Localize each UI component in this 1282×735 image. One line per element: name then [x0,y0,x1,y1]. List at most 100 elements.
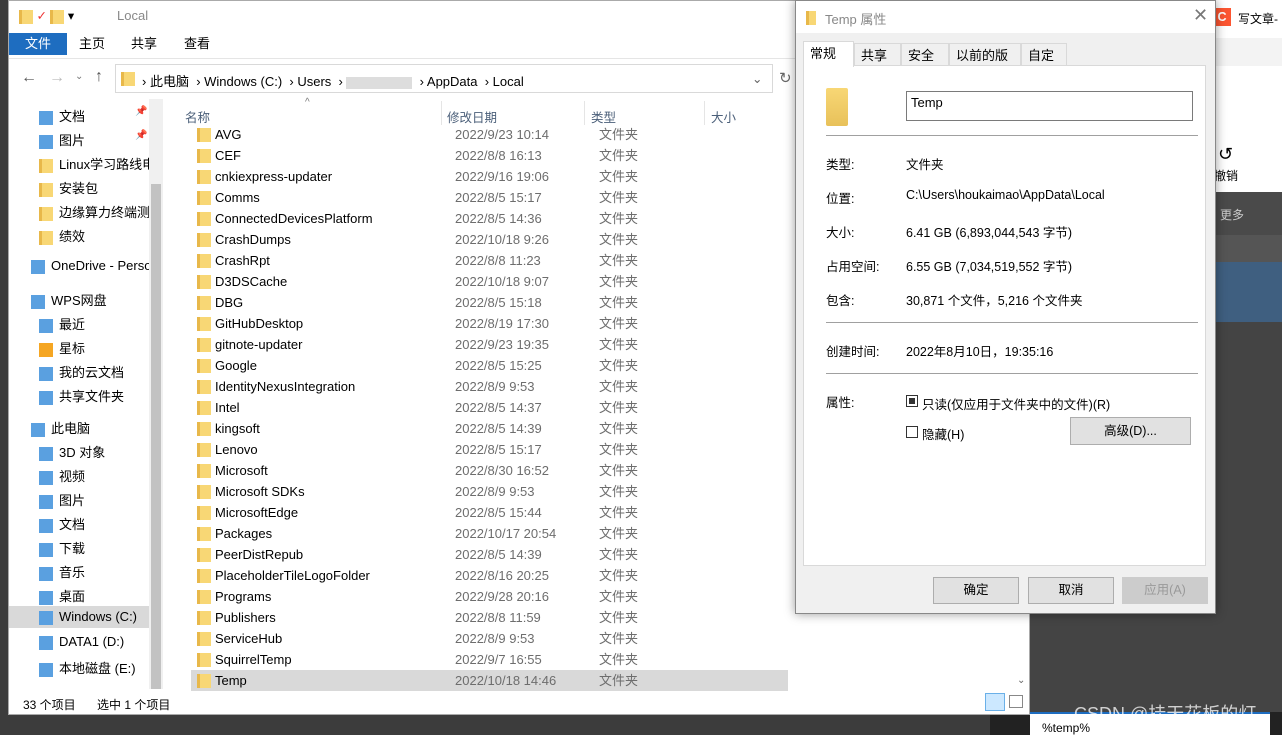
sidebar-item[interactable]: WPS网盘 [31,290,107,309]
sidebar-item[interactable]: 星标 [39,338,85,357]
nav-scrollbar[interactable] [149,99,163,689]
file-row[interactable]: Temp 2022/10/18 14:46 文件夹 [191,670,788,691]
sidebar-item[interactable]: 此电脑 [31,418,90,437]
file-row[interactable]: ServiceHub 2022/8/9 9:53 文件夹 [191,628,788,649]
file-row[interactable]: gitnote-updater 2022/9/23 19:35 文件夹 [191,334,788,355]
tab-sharing[interactable]: 共享 [854,43,901,66]
sidebar-item[interactable]: 图片 📌 [39,130,147,149]
hidden-label[interactable]: 隐藏(H) [922,424,964,443]
folder-icon [39,230,53,245]
tab-general[interactable]: 常规 [803,41,854,67]
pin-icon[interactable]: 📌 [135,130,147,141]
sidebar-item[interactable]: 绩效 [39,226,85,245]
sidebar-item[interactable]: 音乐 [39,562,85,581]
sidebar-item[interactable]: 安装包 [39,178,98,197]
tab-home[interactable]: 主页 [67,33,117,55]
file-row[interactable]: GitHubDesktop 2022/8/19 17:30 文件夹 [191,313,788,334]
sidebar-item[interactable]: 图片 [39,490,85,509]
sidebar-item-label: 下载 [59,541,86,556]
file-row[interactable]: CrashDumps 2022/10/18 9:26 文件夹 [191,229,788,250]
file-row[interactable]: DBG 2022/8/5 15:18 文件夹 [191,292,788,313]
close-icon[interactable]: ✕ [1193,5,1208,26]
crumb-users[interactable]: Users [297,74,331,89]
sidebar-item[interactable]: 视频 [39,466,85,485]
file-row[interactable]: CrashRpt 2022/8/8 11:23 文件夹 [191,250,788,271]
sidebar-item[interactable]: DATA1 (D:) [39,634,124,650]
back-button[interactable]: ← [21,69,37,87]
address-bar[interactable]: › 此电脑 › Windows (C:) › Users › › AppData… [115,64,773,93]
sidebar-item[interactable]: Linux学习路线电 [39,154,155,173]
file-row[interactable]: Publishers 2022/8/8 11:59 文件夹 [191,607,788,628]
tab-share[interactable]: 共享 [119,33,169,55]
file-row[interactable]: Lenovo 2022/8/5 15:17 文件夹 [191,439,788,460]
details-view-button[interactable] [985,693,1005,711]
file-row[interactable]: kingsoft 2022/8/5 14:39 文件夹 [191,418,788,439]
file-row[interactable]: Packages 2022/10/17 20:54 文件夹 [191,523,788,544]
address-dropdown-icon[interactable]: ⌄ [752,71,762,86]
forward-button[interactable]: → [49,69,65,87]
sidebar-item[interactable]: 最近 [39,314,85,333]
file-row[interactable]: cnkiexpress-updater 2022/9/16 19:06 文件夹 [191,166,788,187]
sidebar-item[interactable]: 共享文件夹 [39,386,124,405]
sidebar-item[interactable]: 文档 [39,514,85,533]
properties-icon[interactable]: ✓ [36,9,46,23]
tab-file[interactable]: 文件 [9,33,68,55]
file-row[interactable]: Intel 2022/8/5 14:37 文件夹 [191,397,788,418]
file-row[interactable]: AVG 2022/9/23 10:14 文件夹 [191,124,788,145]
sidebar-item[interactable]: 文档 📌 [39,106,147,125]
file-row[interactable]: PlaceholderTileLogoFolder 2022/8/16 20:25… [191,565,788,586]
ok-button[interactable]: 确定 [933,577,1019,604]
more-button[interactable]: 更多 [1220,206,1244,223]
sidebar-item[interactable]: 桌面 [39,586,85,605]
sidebar-item[interactable]: 下载 [39,538,85,557]
file-row[interactable]: ConnectedDevicesPlatform 2022/8/5 14:36 文件… [191,208,788,229]
crumb-local[interactable]: Local [493,74,524,89]
crumb-c-drive[interactable]: Windows (C:) [204,74,282,89]
file-row[interactable]: IdentityNexusIntegration 2022/8/9 9:53 文件夹 [191,376,788,397]
crumb-this-pc[interactable]: 此电脑 [150,74,189,89]
file-row[interactable]: D3DSCache 2022/10/18 9:07 文件夹 [191,271,788,292]
cancel-button[interactable]: 取消 [1028,577,1114,604]
file-type: 文件夹 [599,442,639,457]
new-folder-icon[interactable] [50,9,65,24]
tab-view[interactable]: 查看 [172,33,222,55]
file-row[interactable]: CEF 2022/8/8 16:13 文件夹 [191,145,788,166]
file-row[interactable]: Microsoft 2022/8/30 16:52 文件夹 [191,460,788,481]
file-row[interactable]: PeerDistRepub 2022/8/5 14:39 文件夹 [191,544,788,565]
apply-button[interactable]: 应用(A) [1122,577,1208,604]
hidden-checkbox[interactable] [906,426,918,438]
file-row[interactable]: MicrosoftEdge 2022/8/5 15:44 文件夹 [191,502,788,523]
file-row[interactable]: Google 2022/8/5 15:25 文件夹 [191,355,788,376]
sidebar-item[interactable]: 边缘算力终端测 [39,202,150,221]
list-scroll-down[interactable]: ⌄ [1017,675,1025,686]
file-type: 文件夹 [599,253,639,268]
pin-icon[interactable]: 📌 [135,106,147,117]
sidebar-item[interactable]: 本地磁盘 (E:) [39,658,136,677]
sidebar-item[interactable]: Windows (C:) [9,606,149,628]
file-row[interactable]: SquirrelTemp 2022/9/7 16:55 文件夹 [191,649,788,670]
tab-previous-versions[interactable]: 以前的版本 [949,43,1021,86]
readonly-label[interactable]: 只读(仅应用于文件夹中的文件)(R) [922,394,1110,413]
quick-access-toolbar: ✓ ▾ [19,8,74,24]
crumb-appdata[interactable]: AppData [427,74,478,89]
file-row[interactable]: Programs 2022/9/28 20:16 文件夹 [191,586,788,607]
sidebar-item[interactable]: 3D 对象 [39,442,105,461]
sidebar-item-label: Windows (C:) [59,609,138,624]
folder-name-input[interactable]: Temp [906,91,1193,121]
up-button[interactable]: ↑ [95,68,103,86]
tab-security[interactable]: 安全 [901,43,949,66]
refresh-button[interactable]: ↻ [779,69,792,87]
advanced-button[interactable]: 高级(D)... [1070,417,1191,445]
sidebar-item[interactable]: OneDrive - Perso [31,258,151,274]
tab-customize[interactable]: 自定义 [1021,43,1067,86]
readonly-checkbox[interactable] [906,395,918,407]
undo-icon[interactable]: ↺ [1218,144,1233,165]
undo-button[interactable]: 撤销 [1214,167,1238,184]
recent-locations-button[interactable]: ⌄ [75,71,83,82]
crumb-blurred-user[interactable] [346,76,413,89]
file-row[interactable]: Comms 2022/8/5 15:17 文件夹 [191,187,788,208]
contains-value: 30,871 个文件，5,216 个文件夹 [906,294,1083,308]
file-row[interactable]: Microsoft SDKs 2022/8/9 9:53 文件夹 [191,481,788,502]
large-icons-view-button[interactable] [1009,695,1023,708]
sidebar-item[interactable]: 我的云文档 [39,362,124,381]
